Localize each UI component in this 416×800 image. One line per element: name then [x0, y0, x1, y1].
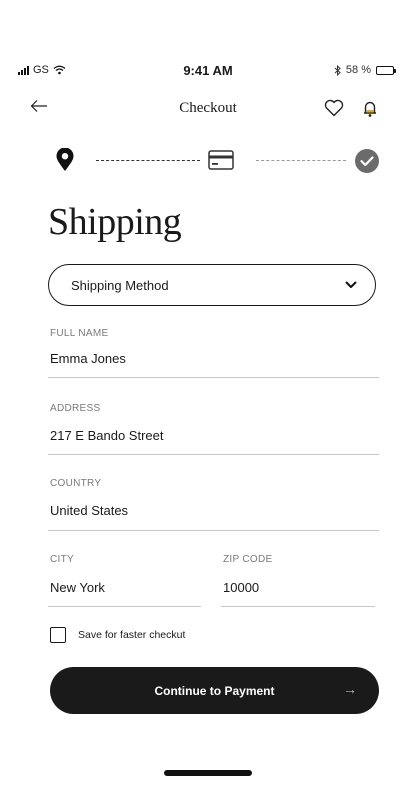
step-payment: [208, 150, 234, 175]
zip-code-label: ZIP CODE: [223, 554, 273, 565]
address-field[interactable]: 217 E Bando Street: [50, 428, 163, 443]
bell-icon: [364, 101, 376, 117]
notifications-button[interactable]: [360, 98, 380, 123]
country-underline: [48, 530, 379, 531]
step-confirm: [354, 148, 380, 179]
zip-code-field[interactable]: 10000: [223, 580, 259, 595]
step-connector: [256, 160, 346, 161]
bluetooth-icon: [334, 64, 341, 76]
status-right: 58 %: [334, 64, 396, 76]
favorite-button[interactable]: [324, 99, 344, 122]
battery-icon: [376, 65, 396, 75]
zip-code-underline: [221, 606, 375, 607]
arrow-right-icon: →: [343, 681, 357, 697]
step-connector: [96, 160, 200, 161]
shipping-method-dropdown[interactable]: Shipping Method: [48, 264, 376, 306]
city-label: CITY: [50, 554, 74, 565]
check-circle-icon: [355, 149, 379, 173]
country-field[interactable]: United States: [50, 503, 128, 518]
home-indicator[interactable]: [164, 770, 252, 776]
city-field[interactable]: New York: [50, 580, 105, 595]
city-underline: [48, 606, 201, 607]
country-label: COUNTRY: [50, 478, 102, 489]
continue-button-label: Continue to Payment: [154, 683, 275, 698]
heart-icon: [324, 99, 344, 117]
credit-card-icon: [208, 150, 234, 170]
full-name-label: FULL NAME: [50, 328, 109, 339]
battery-percent: 58 %: [345, 64, 371, 76]
save-checkout-checkbox[interactable]: [50, 627, 66, 643]
full-name-field[interactable]: Emma Jones: [50, 351, 126, 366]
step-shipping: [55, 147, 75, 177]
continue-to-payment-button[interactable]: Continue to Payment →: [50, 667, 379, 714]
location-pin-icon: [56, 147, 74, 171]
full-name-underline: [48, 377, 379, 378]
section-heading: Shipping: [48, 201, 182, 243]
address-label: ADDRESS: [50, 403, 101, 414]
address-underline: [48, 454, 379, 455]
chevron-down-icon: [345, 281, 357, 288]
shipping-method-label: Shipping Method: [71, 277, 169, 293]
page-title: Checkout: [179, 100, 237, 116]
save-checkout-label[interactable]: Save for faster checkut: [78, 629, 185, 641]
